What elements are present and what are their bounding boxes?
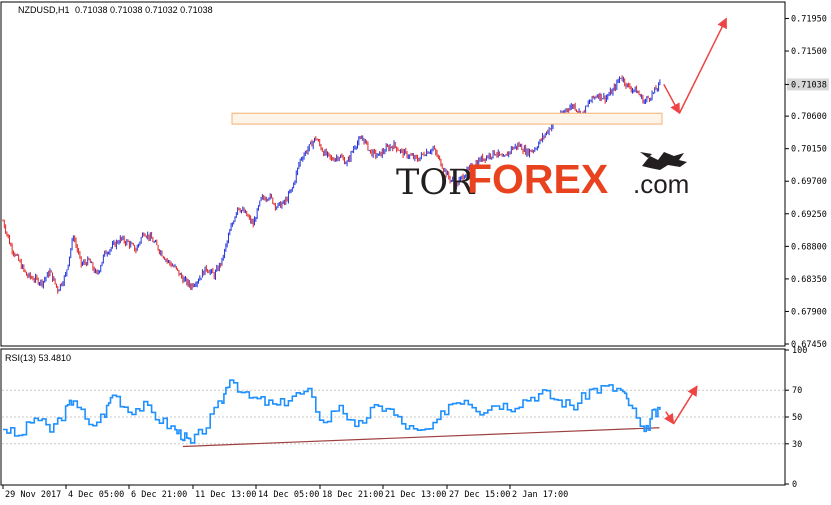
time-tick-label: 14 Dec 05:00 [258, 490, 319, 500]
ohlc-readout: 0.71038 0.71038 0.71032 0.71038 [75, 5, 213, 15]
time-tick-label: 29 Nov 2017 [5, 490, 61, 500]
chart-canvas: NZDUSD,H1 0.71038 0.71038 0.71032 0.7103… [0, 1, 829, 500]
resistance-zone [231, 112, 663, 125]
time-axis: 29 Nov 2017 4 Dec 05:00 6 Dec 21:00 11 Dec … [2, 485, 568, 500]
price-tick-label: 0.68350 [791, 275, 827, 285]
rsi-tick-label: 100 [792, 346, 807, 356]
logo-text-forex: FOREX [467, 156, 608, 202]
price-tick-label: 0.67900 [791, 307, 827, 317]
price-tick-label: 0.68800 [791, 242, 827, 252]
price-tick-label: 0.70150 [791, 145, 827, 155]
time-tick-label: 27 Dec 15:00 [449, 490, 510, 500]
rsi-tick-label: 30 [792, 440, 802, 450]
time-tick-label: 11 Dec 13:00 [195, 490, 256, 500]
rsi-axis: 100 70 50 30 0 [785, 346, 807, 490]
price-tick-label: 0.71500 [791, 47, 827, 57]
price-axis: 0.71950 0.71500 0.71038 0.70600 0.70150 0.697… [785, 14, 829, 350]
logo-text-tor: TOR [396, 163, 476, 203]
price-tick-label: 0.71950 [791, 14, 827, 24]
time-tick-label: 18 Dec 21:00 [322, 490, 383, 500]
price-tick-label: 0.70600 [791, 112, 827, 122]
rsi-tick-label: 50 [792, 413, 802, 423]
logo-text-com: .com [633, 169, 689, 199]
time-tick-label: 2 Jan 17:00 [512, 490, 568, 500]
price-tick-label: 0.69700 [791, 177, 827, 187]
price-badge-label: 0.71038 [791, 80, 827, 90]
rsi-tick-label: 0 [792, 480, 797, 490]
symbol-label: NZDUSD,H1 [18, 5, 70, 15]
rsi-tick-label: 70 [792, 386, 802, 396]
rsi-title: RSI(13) 53.4810 [5, 353, 71, 363]
time-tick-label: 4 Dec 05:00 [68, 490, 124, 500]
price-tick-label: 0.69250 [791, 210, 827, 220]
time-tick-label: 21 Dec 13:00 [385, 490, 446, 500]
time-tick-label: 6 Dec 21:00 [131, 490, 187, 500]
